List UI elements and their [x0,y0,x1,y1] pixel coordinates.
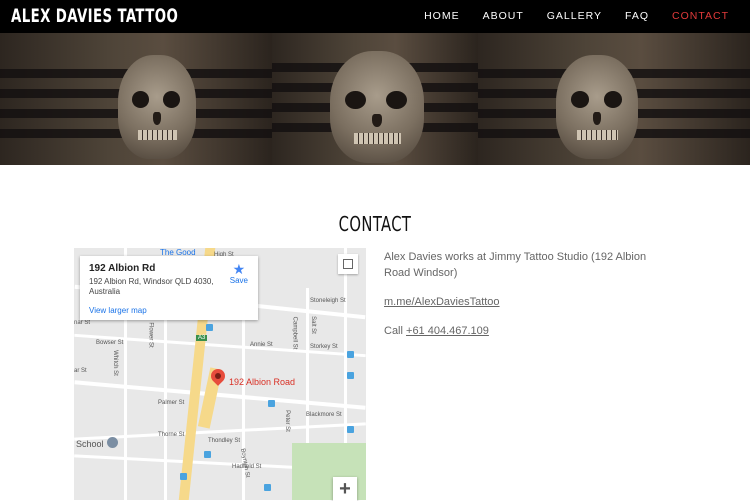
fullscreen-icon [343,259,353,269]
studio-intro: Alex Davies works at Jimmy Tattoo Studio… [384,251,647,279]
street-label: nar St [74,320,91,326]
banner-panel-center [272,33,478,165]
banner-panel-right [478,33,750,165]
site-logo[interactable]: ALEX DAVIES TATTOO [11,5,178,27]
nav-home[interactable]: HOME [424,10,460,22]
street-label: Palmer St [158,400,185,406]
phone-link[interactable]: +61 404.467.109 [406,325,489,337]
street-label: Campbell St [291,316,298,350]
nav-gallery[interactable]: GALLERY [547,10,602,22]
zoom-in-button[interactable]: + [333,477,357,501]
map-marker-label: 192 Albion Road [229,377,296,387]
street-label: ar St [74,368,87,374]
school-icon [107,437,118,448]
map-save-button[interactable]: ★ Save [230,262,248,285]
street-label: Storkey St [310,344,338,350]
view-larger-map-link[interactable]: View larger map [89,306,147,315]
street-label: Bowser St [96,340,124,346]
save-label: Save [229,276,248,285]
street-label: Whitch St [111,350,118,376]
call-prefix: Call [384,325,407,337]
main-nav: HOME ABOUT GALLERY FAQ CONTACT [401,10,729,22]
map-fullscreen-button[interactable] [338,254,358,274]
nav-contact[interactable]: CONTACT [672,10,729,22]
street-label: Stoneleigh St [310,298,346,304]
banner-panel-left [0,33,272,165]
street-label: Thondley St [208,438,241,444]
nav-about[interactable]: ABOUT [483,10,524,22]
street-label: Salt St [309,316,316,334]
map-card-title: 192 Albion Rd [89,263,156,274]
map-info-card: 192 Albion Rd 192 Albion Rd, Windsor QLD… [80,256,258,320]
star-icon: ★ [232,261,246,277]
street-label: Annie St [250,342,273,348]
school-label: School [76,439,104,449]
tattoo-banner-image [0,33,750,165]
map-card-address: 192 Albion Rd, Windsor QLD 4030, Austral… [89,277,214,296]
route-badge: A3 [196,335,208,341]
messenger-link[interactable]: m.me/AlexDaviesTattoo [384,296,500,308]
street-label: Peter St [283,410,290,432]
page-title: CONTACT [338,212,412,236]
top-nav-bar: ALEX DAVIES TATTOO HOME ABOUT GALLERY FA… [0,0,750,33]
street-label: Blackmore St [306,412,342,418]
street-label: Thorne St [158,432,185,438]
nav-faq[interactable]: FAQ [625,10,649,22]
street-label: Flower St [147,322,154,348]
